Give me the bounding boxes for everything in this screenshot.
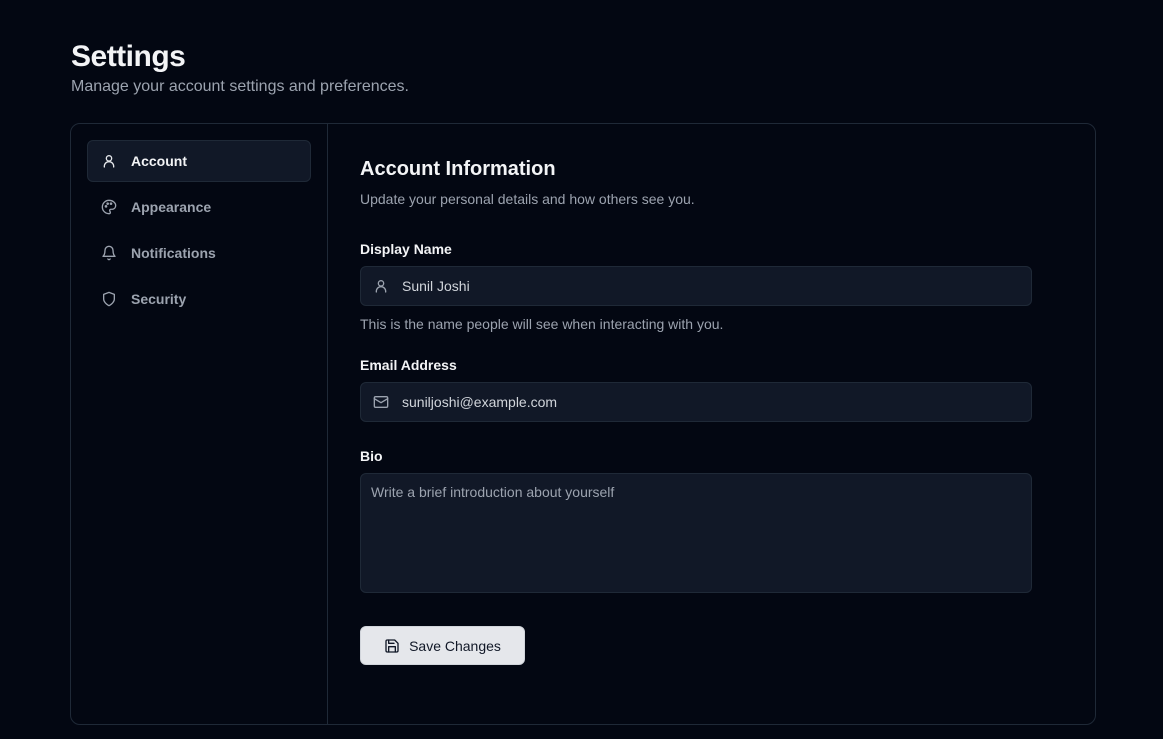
settings-sidebar: Account Appearance Notifications Securit… bbox=[71, 124, 328, 724]
bell-icon bbox=[102, 245, 116, 261]
save-button[interactable]: Save Changes bbox=[360, 626, 525, 665]
save-icon bbox=[385, 638, 399, 653]
display-name-label: Display Name bbox=[360, 241, 452, 257]
bio-label: Bio bbox=[360, 448, 383, 464]
sidebar-item-label: Security bbox=[131, 291, 187, 307]
sidebar-item-security[interactable]: Security bbox=[87, 278, 311, 320]
mail-icon bbox=[373, 396, 389, 408]
user-icon bbox=[375, 280, 387, 293]
section-title: Account Information bbox=[360, 158, 556, 180]
sidebar-item-label: Appearance bbox=[131, 199, 212, 215]
sidebar-item-account[interactable]: Account bbox=[87, 140, 311, 182]
sidebar-item-notifications[interactable]: Notifications bbox=[87, 232, 311, 274]
save-button-label: Save Changes bbox=[409, 637, 501, 654]
email-label: Email Address bbox=[360, 357, 457, 373]
settings-panel: Account Appearance Notifications Securit… bbox=[70, 123, 1096, 725]
email-input[interactable] bbox=[402, 394, 1002, 410]
section-description: Update your personal details and how oth… bbox=[360, 191, 695, 207]
display-name-input[interactable] bbox=[402, 278, 1002, 294]
bio-textarea[interactable] bbox=[360, 473, 1032, 593]
shield-icon bbox=[103, 291, 115, 307]
email-field bbox=[360, 382, 1032, 422]
sidebar-item-appearance[interactable]: Appearance bbox=[87, 186, 311, 228]
display-name-field bbox=[360, 266, 1032, 306]
sidebar-item-label: Notifications bbox=[131, 245, 216, 261]
display-name-helper: This is the name people will see when in… bbox=[360, 316, 724, 332]
page-title: Settings bbox=[71, 40, 186, 73]
sidebar-item-label: Account bbox=[131, 153, 187, 169]
user-icon bbox=[103, 155, 115, 168]
palette-icon bbox=[101, 199, 117, 215]
page-subtitle: Manage your account settings and prefere… bbox=[71, 78, 409, 95]
account-section: Account Information Update your personal… bbox=[328, 124, 1095, 724]
